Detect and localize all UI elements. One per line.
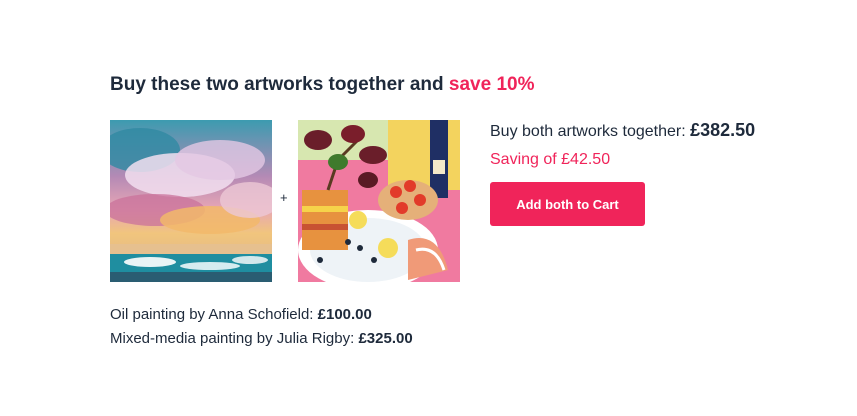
frequently-bought-together: Buy these two artworks together and save… [0, 0, 857, 416]
artwork-label: Mixed-media painting by Julia Rigby: [110, 330, 359, 347]
artwork-label: Oil painting by Anna Schofield: [110, 306, 318, 323]
add-both-to-cart-button[interactable]: Add both to Cart [490, 182, 645, 226]
artwork-image-still-life[interactable] [298, 120, 460, 282]
bundle-total-price: £382.50 [690, 120, 756, 140]
artwork-price: £100.00 [317, 306, 372, 323]
bundle-saving: Saving of £42.50 [490, 151, 611, 168]
artwork-image-seascape[interactable] [110, 120, 272, 282]
list-item: Oil painting by Anna Schofield: £100.00 [110, 303, 413, 327]
bundle-heading: Buy these two artworks together and save… [110, 74, 534, 96]
bundle-total-label: Buy both artworks together: [490, 123, 691, 140]
artwork-price: £325.00 [358, 330, 413, 347]
plus-sign: + [280, 190, 288, 205]
list-item: Mixed-media painting by Julia Rigby: £32… [110, 327, 413, 351]
bundle-heading-text: Buy these two artworks together and [110, 74, 449, 95]
bundle-total: Buy both artworks together: £382.50 [490, 120, 755, 141]
artwork-price-list: Oil painting by Anna Schofield: £100.00 … [110, 303, 413, 351]
bundle-discount: save 10% [448, 74, 535, 95]
bundle-summary: Buy both artworks together: £382.50 Savi… [490, 120, 755, 226]
